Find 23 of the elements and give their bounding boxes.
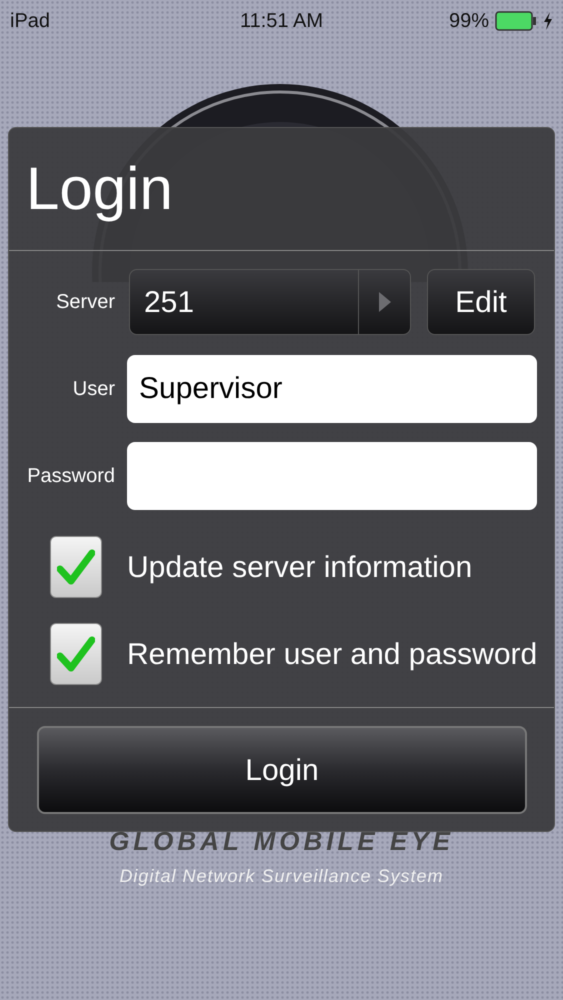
server-selector[interactable]: 251: [129, 269, 411, 335]
tagline: Digital Network Surveillance System: [119, 865, 444, 888]
server-label: Server: [55, 290, 115, 315]
checkbox[interactable]: [50, 623, 102, 685]
user-label: User: [72, 377, 115, 402]
checkbox[interactable]: [50, 536, 102, 598]
device-name: iPad: [10, 9, 50, 34]
option-label: Update server information: [127, 550, 472, 586]
login-button[interactable]: Login: [37, 726, 527, 814]
charging-bolt-icon: [543, 12, 553, 30]
password-label: Password: [26, 464, 115, 489]
checkmark-icon: [57, 549, 95, 585]
checkmark-icon: [57, 636, 95, 672]
option-label: Remember user and password: [127, 636, 538, 672]
battery-percentage: 99%: [448, 9, 489, 34]
battery-icon: [495, 11, 537, 31]
clock: 11:51 AM: [240, 9, 324, 34]
login-title: Login: [26, 154, 173, 224]
password-field[interactable]: [127, 442, 537, 510]
edit-button[interactable]: Edit: [427, 269, 535, 335]
user-field[interactable]: Supervisor: [127, 355, 537, 423]
logo-text: GLOBAL MOBILE EYE: [109, 825, 454, 858]
play-arrow-icon: [378, 292, 390, 312]
